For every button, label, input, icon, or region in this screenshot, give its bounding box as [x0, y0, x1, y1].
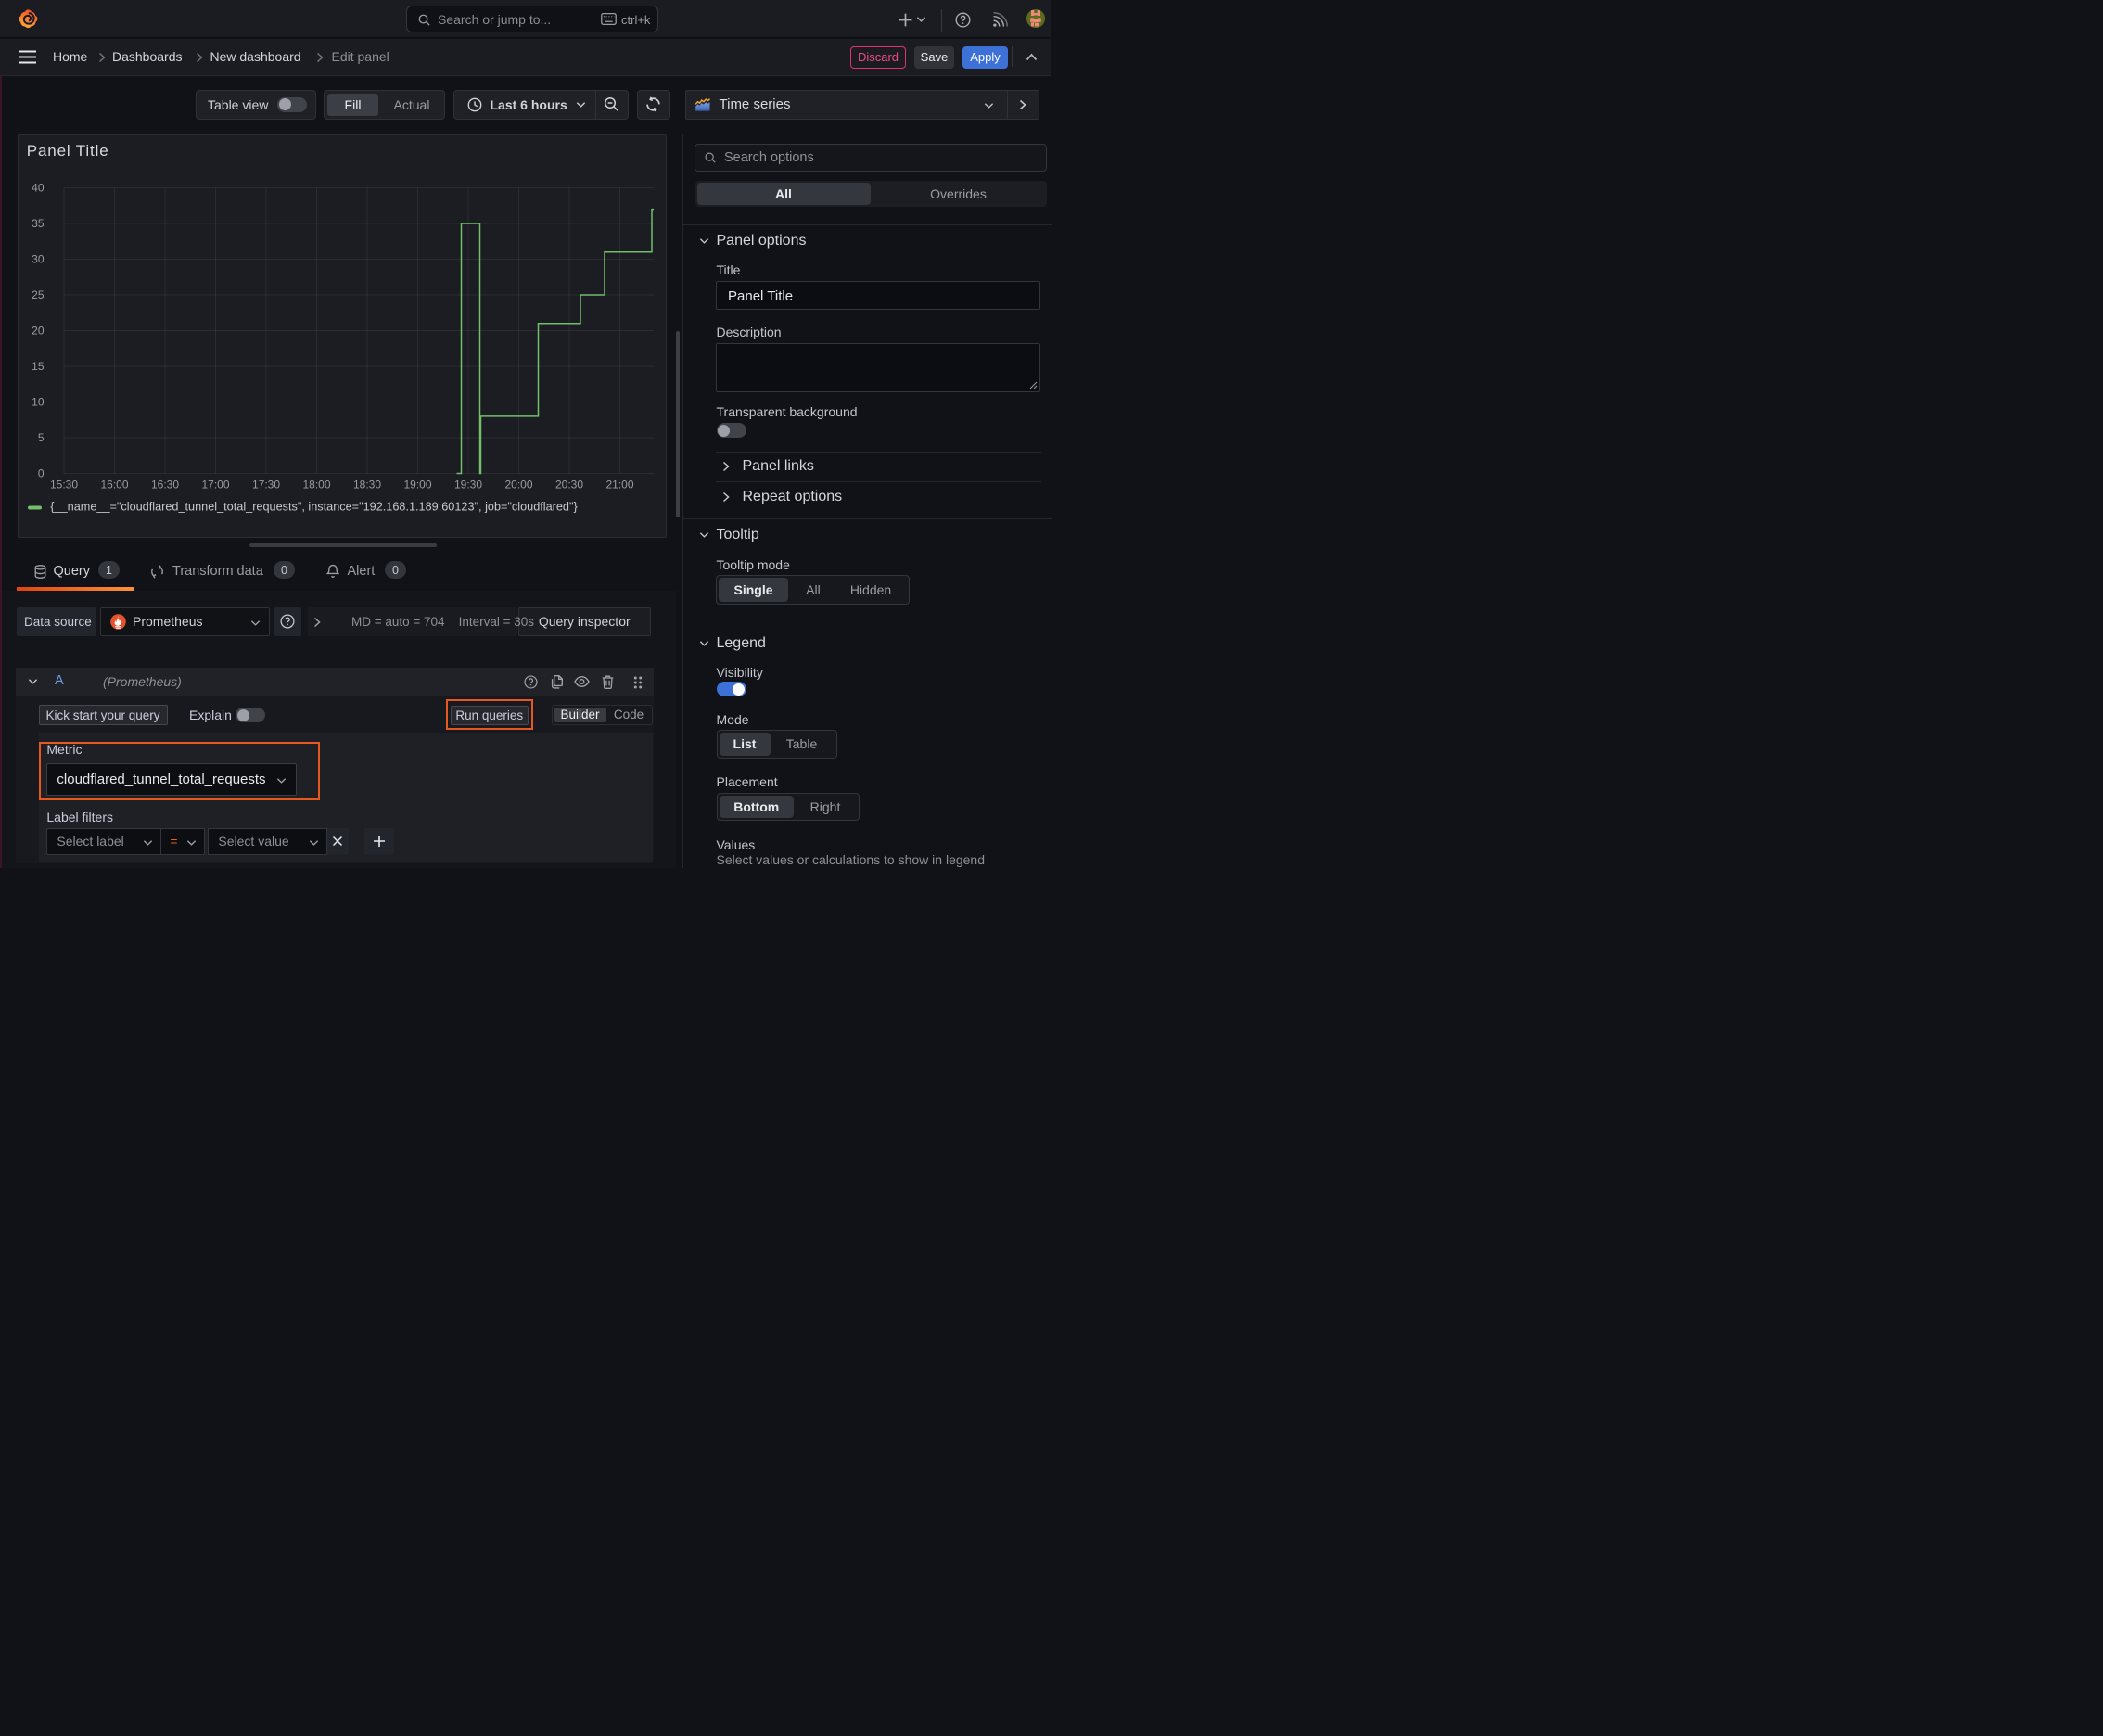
svg-text:17:30: 17:30 — [251, 478, 279, 491]
svg-text:19:30: 19:30 — [453, 478, 481, 491]
svg-text:18:00: 18:00 — [302, 478, 330, 491]
svg-text:20:00: 20:00 — [504, 478, 532, 491]
svg-text:18:30: 18:30 — [352, 478, 380, 491]
svg-text:40: 40 — [32, 181, 45, 194]
svg-text:{__name__="cloudflared_tunnel_: {__name__="cloudflared_tunnel_total_requ… — [50, 500, 578, 513]
svg-text:16:30: 16:30 — [150, 478, 178, 491]
svg-text:20:30: 20:30 — [554, 478, 582, 491]
svg-text:35: 35 — [32, 217, 45, 230]
svg-text:16:00: 16:00 — [100, 478, 128, 491]
svg-text:25: 25 — [32, 288, 45, 301]
svg-text:0: 0 — [37, 466, 44, 479]
svg-text:15: 15 — [32, 360, 45, 373]
svg-text:30: 30 — [32, 252, 45, 265]
svg-text:10: 10 — [32, 395, 45, 408]
svg-text:20: 20 — [32, 324, 45, 337]
svg-text:15:30: 15:30 — [49, 478, 77, 491]
svg-text:5: 5 — [37, 431, 44, 444]
svg-text:19:00: 19:00 — [403, 478, 431, 491]
svg-text:17:00: 17:00 — [201, 478, 229, 491]
svg-text:21:00: 21:00 — [605, 478, 633, 491]
